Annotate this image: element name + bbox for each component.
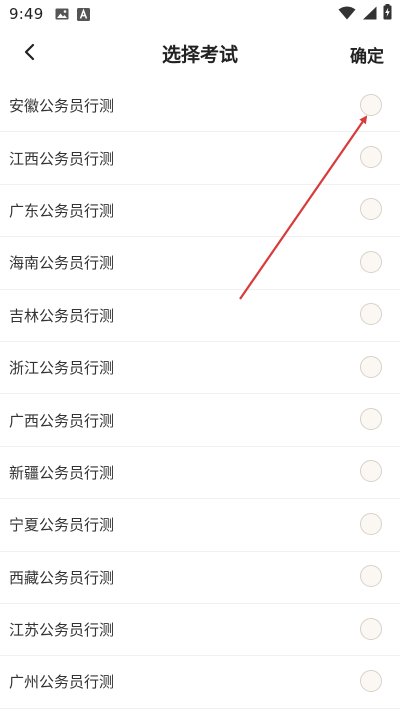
- exam-item-jilin[interactable]: 吉林公务员行测: [0, 290, 400, 342]
- exam-item-ningxia[interactable]: 宁夏公务员行测: [0, 499, 400, 552]
- exam-label: 广东公务员行测: [9, 201, 115, 220]
- exam-item-anhui[interactable]: 安徽公务员行测: [0, 80, 400, 133]
- exam-radio[interactable]: [360, 512, 382, 535]
- exam-label: 安徽公务员行测: [9, 97, 115, 116]
- exam-label: 广西公务员行测: [9, 411, 115, 430]
- exam-radio[interactable]: [360, 93, 382, 116]
- exam-radio[interactable]: [360, 408, 382, 431]
- exam-item-xizang[interactable]: 西藏公务员行测: [0, 552, 400, 604]
- exam-label: 江苏公务员行测: [9, 621, 115, 640]
- image-icon: [55, 7, 69, 21]
- exam-item-jiangxi[interactable]: 江西公务员行测: [0, 132, 400, 185]
- status-bar: 9:49: [0, 0, 400, 28]
- exam-label: 江西公务员行测: [9, 149, 115, 168]
- exam-label: 宁夏公务员行测: [9, 516, 115, 535]
- exam-radio[interactable]: [360, 617, 382, 640]
- status-right-group: [338, 4, 392, 24]
- exam-item-zhejiang[interactable]: 浙江公务员行测: [0, 342, 400, 395]
- exam-item-guangzhou[interactable]: 广州公务员行测: [0, 656, 400, 709]
- exam-radio[interactable]: [360, 303, 382, 326]
- exam-label: 浙江公务员行测: [9, 359, 115, 378]
- a-badge-icon: [77, 7, 91, 21]
- exam-item-guangxi[interactable]: 广西公务员行测: [0, 394, 400, 447]
- exam-item-hainan[interactable]: 海南公务员行测: [0, 237, 400, 290]
- exam-item-xinjiang[interactable]: 新疆公务员行测: [0, 447, 400, 500]
- battery-charging-icon: [383, 4, 392, 24]
- exam-radio[interactable]: [360, 250, 382, 273]
- exam-label: 广州公务员行测: [9, 673, 115, 692]
- exam-item-guangdong[interactable]: 广东公务员行测: [0, 185, 400, 238]
- exam-label: 西藏公务员行测: [9, 568, 115, 587]
- signal-icon: [362, 5, 377, 24]
- exam-radio[interactable]: [360, 669, 382, 692]
- exam-label: 新疆公务员行测: [9, 463, 115, 482]
- confirm-button[interactable]: 确定: [350, 42, 384, 67]
- status-time: 9:49: [9, 5, 44, 23]
- exam-label: 海南公务员行测: [9, 254, 115, 273]
- exam-item-jiangsu[interactable]: 江苏公务员行测: [0, 604, 400, 657]
- nav-bar: 选择考试 确定: [0, 28, 400, 78]
- exam-radio[interactable]: [360, 565, 382, 588]
- exam-radio[interactable]: [360, 146, 382, 169]
- exam-list: 安徽公务员行测 江西公务员行测 广东公务员行测 海南公务员行测 吉林公务员行测 …: [0, 80, 400, 709]
- exam-radio[interactable]: [360, 198, 382, 221]
- exam-radio[interactable]: [360, 355, 382, 378]
- exam-radio[interactable]: [360, 460, 382, 483]
- exam-label: 吉林公务员行测: [9, 306, 115, 325]
- page-title: 选择考试: [161, 44, 238, 66]
- wifi-icon: [338, 5, 356, 24]
